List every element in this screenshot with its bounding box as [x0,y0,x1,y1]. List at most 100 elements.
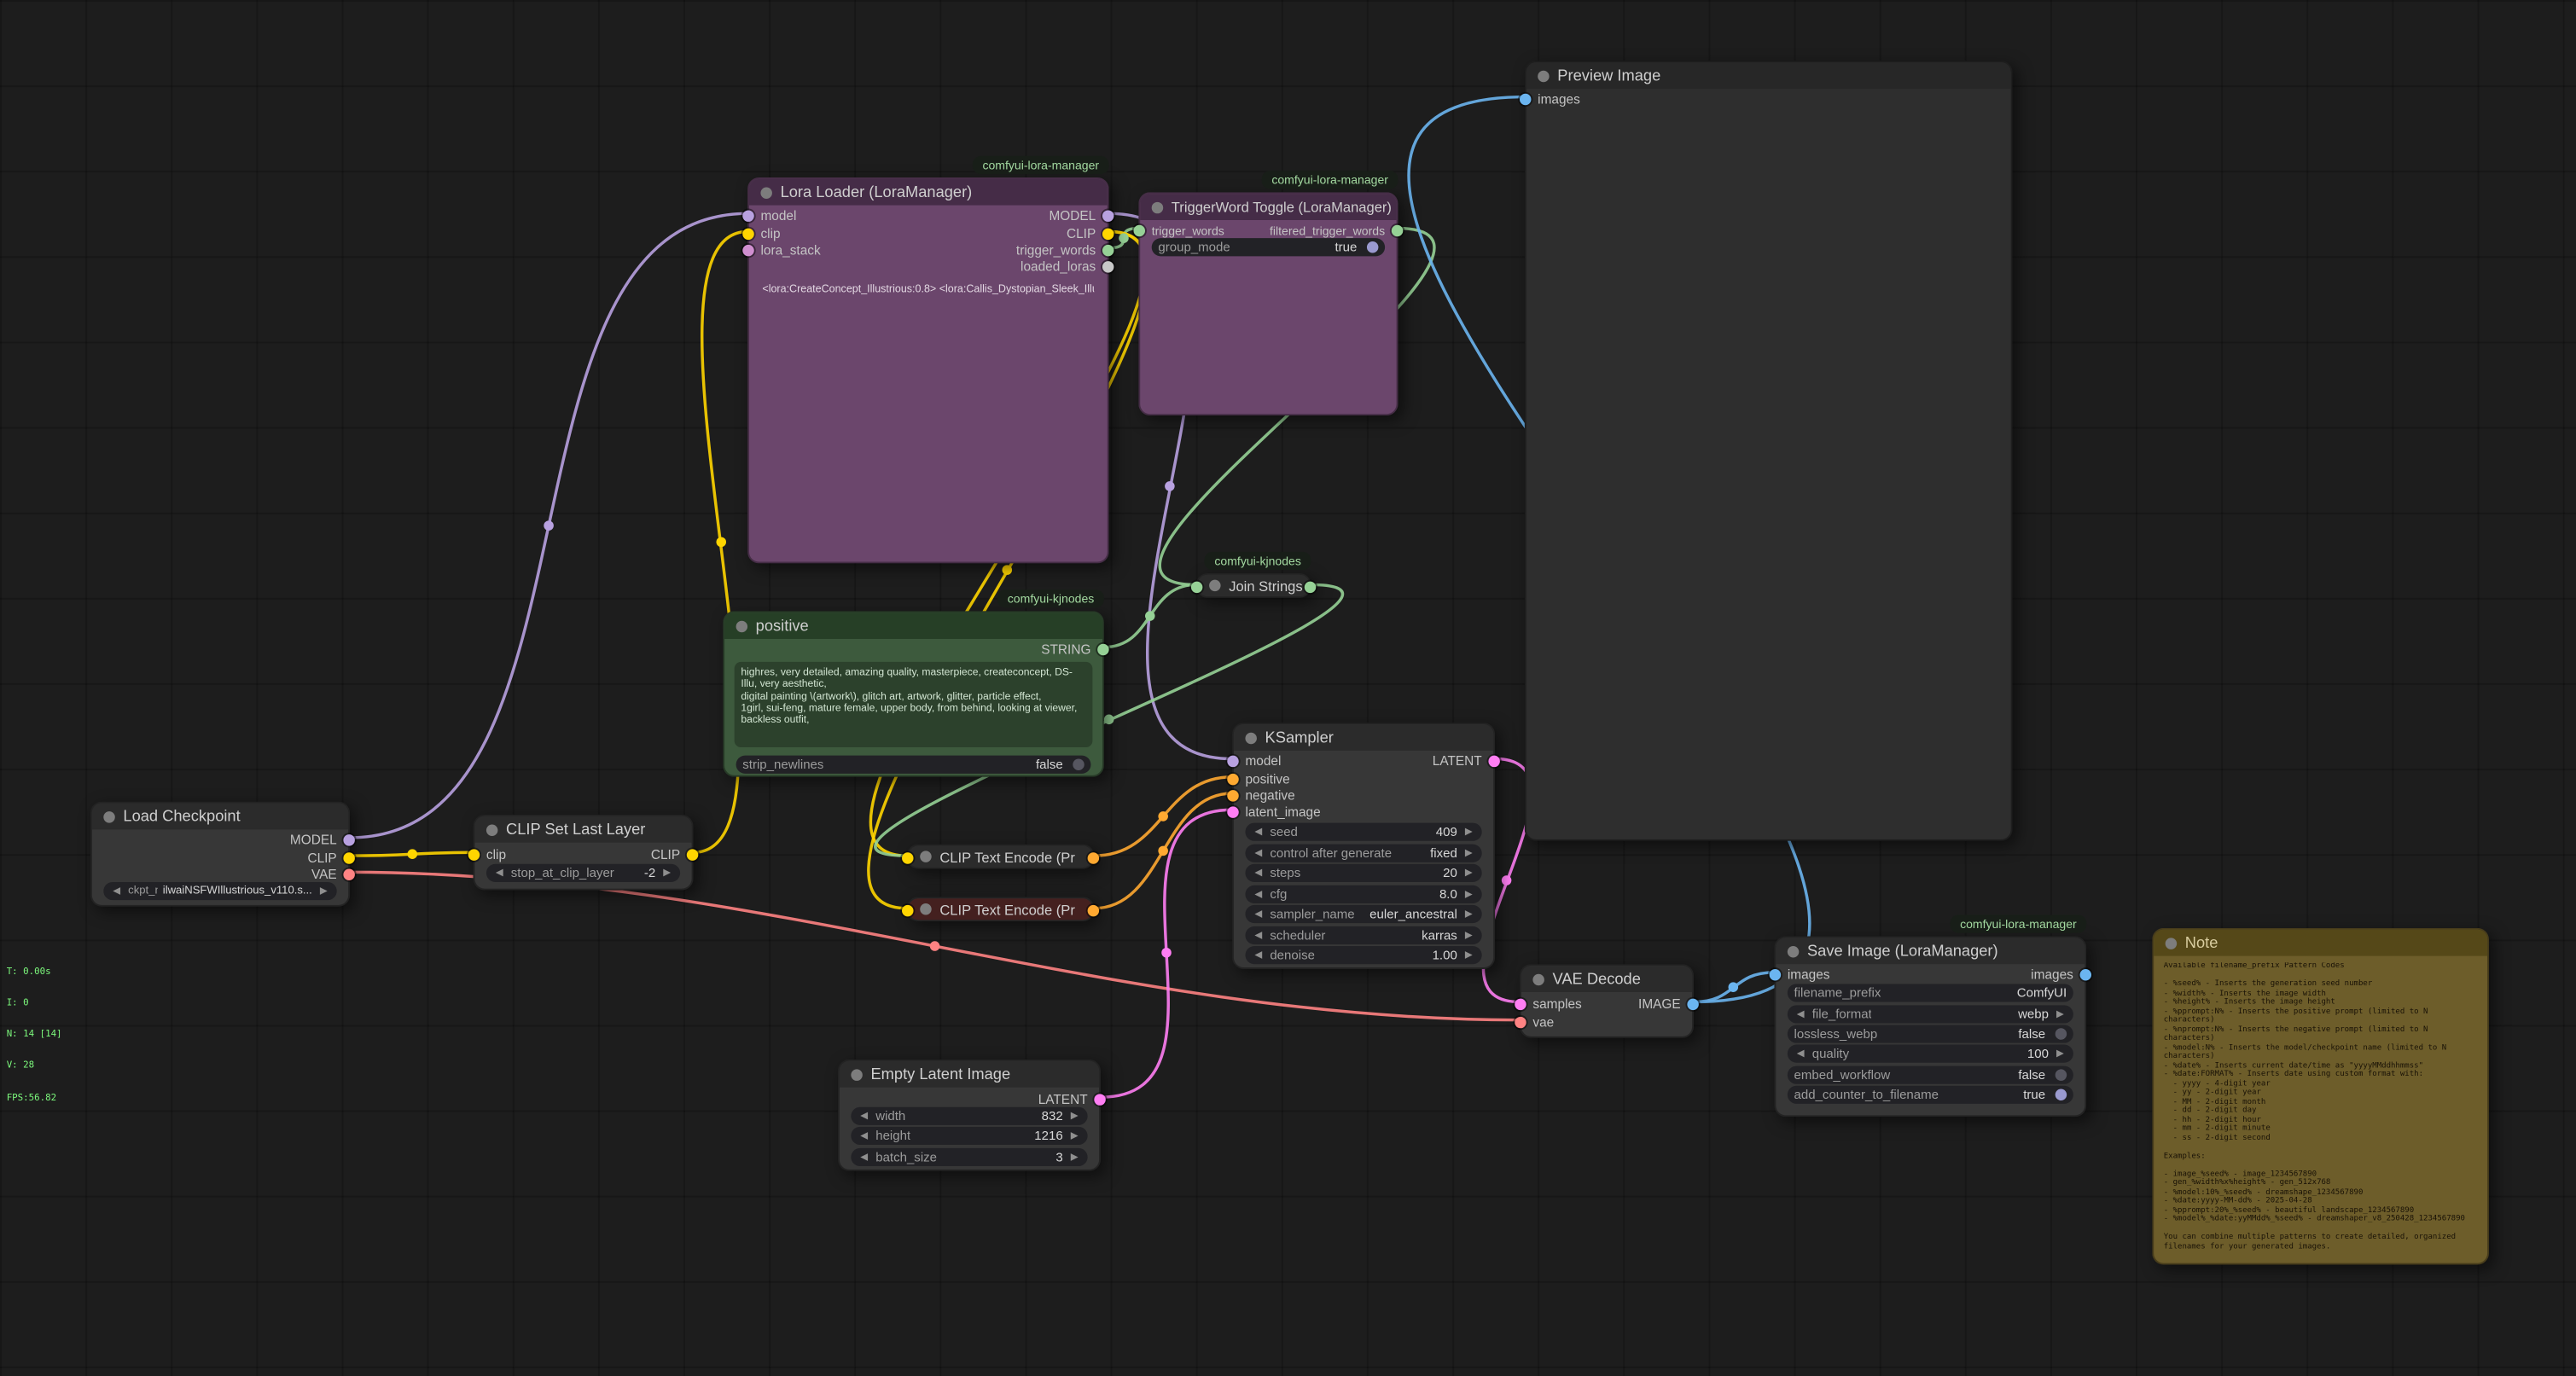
output-latent[interactable]: LATENT [1038,1090,1106,1106]
node-preview-image[interactable]: Preview Image images [1525,61,2013,841]
input-negative[interactable]: negative [1227,787,1294,803]
link-midpoint-dot[interactable] [1502,875,1512,885]
port-dot-string[interactable] [1097,643,1108,654]
link-midpoint-dot[interactable] [930,941,940,951]
output-trigger-words[interactable]: trigger_words [1016,241,1114,258]
control-after-generate-widget[interactable]: control after generate fixed [1245,845,1481,862]
ckpt-name-widget[interactable]: ckpt_name ilwaiNSFWIllustrious_v110.s... [103,882,336,900]
prev-value-icon[interactable] [110,885,123,897]
next-value-icon[interactable] [1462,848,1475,859]
port-dot-image[interactable] [1520,93,1531,104]
output-filtered-trigger-words[interactable]: filtered_trigger_words [1270,222,1403,238]
node-title-bar[interactable]: Join Strings [1198,575,1310,596]
collapsed-output-dot[interactable] [1088,852,1099,863]
input-images[interactable]: images [1520,90,1580,107]
batch-size-widget[interactable]: batch_size 3 [851,1148,1087,1166]
cfg-widget[interactable]: cfg 8.0 [1245,885,1481,903]
node-title-bar[interactable]: Save Image (LoraManager) [1776,938,2085,964]
sampler-name-widget[interactable]: sampler_name euler_ancestral [1245,905,1481,923]
input-vae[interactable]: vae [1515,1013,1554,1030]
link-midpoint-dot[interactable] [544,520,554,531]
toggle-knob[interactable] [2056,1028,2067,1039]
quality-widget[interactable]: quality 100 [1788,1045,2073,1063]
collapsed-output-dot[interactable] [1305,582,1316,593]
link-midpoint-dot[interactable] [1158,846,1168,856]
link-midpoint-dot[interactable] [1145,611,1155,621]
toggle-knob[interactable] [2056,1089,2067,1100]
group-mode-toggle[interactable]: group_mode true [1152,238,1385,256]
link-midpoint-dot[interactable] [716,537,726,548]
graph-canvas[interactable]: comfyui-lora-manager comfyui-lora-manage… [0,0,2576,1376]
output-image[interactable]: IMAGE [1638,996,1699,1012]
file-format-widget[interactable]: file_format webp [1788,1005,2073,1023]
port-dot-model[interactable] [1102,209,1114,220]
increment-icon[interactable] [1462,868,1475,879]
next-value-icon[interactable] [1462,909,1475,920]
collapse-dot[interactable] [1152,201,1163,212]
node-title-bar[interactable]: TriggerWord Toggle (LoraManager) [1140,194,1396,220]
toggle-knob[interactable] [1367,241,1378,253]
input-clip[interactable]: clip [742,225,780,241]
port-dot-clip[interactable] [468,848,480,859]
decrement-icon[interactable] [858,1152,870,1163]
port-dot-string[interactable] [1102,244,1114,255]
link-midpoint-dot[interactable] [1165,481,1175,491]
increment-icon[interactable] [1068,1152,1081,1163]
collapse-dot[interactable] [1538,70,1549,81]
port-dot-clip[interactable] [1102,228,1114,239]
increment-icon[interactable] [2054,1048,2067,1059]
decrement-icon[interactable] [1252,889,1265,900]
link-midpoint-dot[interactable] [1161,948,1172,958]
input-positive[interactable]: positive [1227,770,1289,787]
decrement-icon[interactable] [493,868,506,879]
scheduler-widget[interactable]: scheduler karras [1245,926,1481,944]
node-triggerword-toggle[interactable]: TriggerWord Toggle (LoraManager) trigger… [1138,192,1398,415]
decrement-icon[interactable] [1252,868,1265,879]
node-note[interactable]: Note Available filename_prefix Pattern C… [2152,928,2489,1265]
link-midpoint-dot[interactable] [1158,811,1168,822]
prev-value-icon[interactable] [1252,909,1265,920]
increment-icon[interactable] [1068,1130,1081,1141]
collapse-dot[interactable] [1788,945,1799,956]
link-midpoint-dot[interactable] [1002,565,1012,575]
output-model[interactable]: MODEL [1049,207,1114,224]
collapse-dot[interactable] [1245,732,1256,743]
decrement-icon[interactable] [858,1111,870,1122]
node-vae-decode[interactable]: VAE Decode samples vae IMAGE [1520,964,1694,1038]
add-counter-toggle[interactable]: add_counter_to_filename true [1788,1086,2073,1104]
collapsed-output-dot[interactable] [1088,905,1099,916]
toggle-knob[interactable] [1073,759,1084,770]
prev-value-icon[interactable] [1252,848,1265,859]
increment-icon[interactable] [660,868,673,879]
port-dot-image[interactable] [1770,968,1781,979]
output-clip[interactable]: CLIP [1067,225,1114,241]
output-model[interactable]: MODEL [290,831,355,847]
collapse-dot[interactable] [920,903,931,914]
increment-icon[interactable] [1462,889,1475,900]
prompt-textarea[interactable]: highres, very detailed, amazing quality,… [735,662,1093,747]
denoise-widget[interactable]: denoise 1.00 [1245,946,1481,964]
node-lora-loader[interactable]: Lora Loader (LoraManager) model clip lor… [747,177,1109,563]
toggle-knob[interactable] [2056,1069,2067,1080]
node-title-bar[interactable]: CLIP Text Encode (Pr [909,898,1093,920]
seed-widget[interactable]: seed 409 [1245,823,1481,841]
port-dot-latent[interactable] [1094,1093,1105,1104]
collapse-dot[interactable] [1532,973,1544,984]
port-dot-vae[interactable] [1515,1016,1526,1027]
port-dot-loras[interactable] [1102,260,1114,271]
node-title-bar[interactable]: positive [724,613,1102,639]
height-widget[interactable]: height 1216 [851,1127,1087,1145]
node-title-bar[interactable]: KSampler [1234,724,1493,751]
increment-icon[interactable] [1068,1111,1081,1122]
increment-icon[interactable] [1462,826,1475,837]
prev-value-icon[interactable] [1252,930,1265,941]
node-title-bar[interactable]: VAE Decode [1521,966,1692,992]
node-empty-latent-image[interactable]: Empty Latent Image LATENT width 832 heig… [838,1060,1101,1171]
port-dot-clip[interactable] [742,228,753,239]
width-widget[interactable]: width 832 [851,1107,1087,1125]
input-trigger-words[interactable]: trigger_words [1134,222,1224,238]
decrement-icon[interactable] [858,1130,870,1141]
node-save-image[interactable]: Save Image (LoraManager) images images f… [1774,936,2086,1117]
port-dot-latent[interactable] [1488,755,1499,766]
port-dot-lora-stack[interactable] [742,244,753,255]
